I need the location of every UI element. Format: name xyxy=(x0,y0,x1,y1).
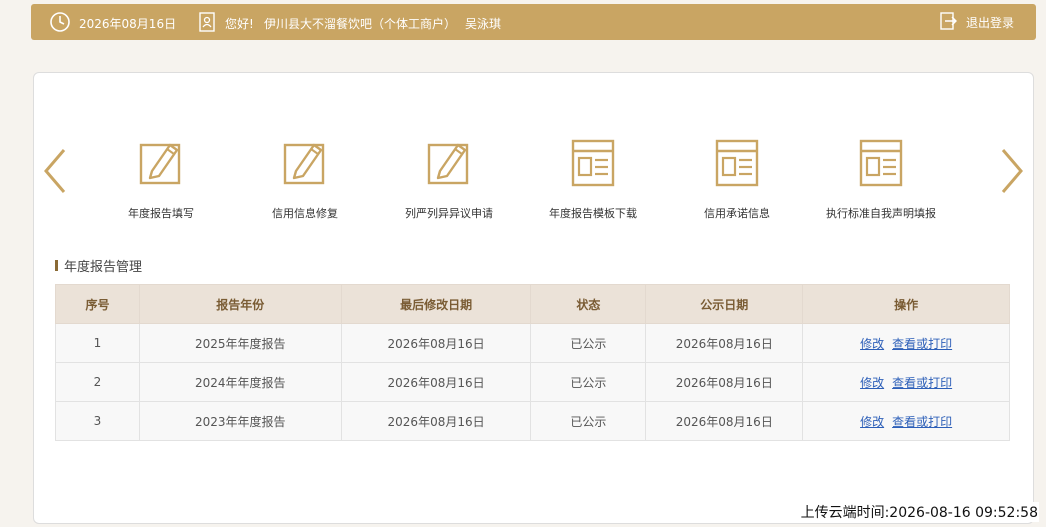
shortcut-credit-repair[interactable]: 信用信息修复 xyxy=(230,139,380,221)
shortcut-label: 列严列异异议申请 xyxy=(405,207,493,220)
edit-form-icon xyxy=(426,139,472,187)
document-window-icon xyxy=(570,139,616,187)
section-title-marker xyxy=(55,260,58,271)
view-print-link[interactable]: 查看或打印 xyxy=(892,415,952,429)
user-card-icon xyxy=(199,12,215,35)
cell-modified: 2026年08月16日 xyxy=(340,323,532,363)
edit-link[interactable]: 修改 xyxy=(860,337,884,351)
shortcut-standard-declaration[interactable]: 执行标准自我声明填报 xyxy=(806,139,956,221)
cell-status: 已公示 xyxy=(530,323,647,363)
edit-form-icon xyxy=(138,139,184,187)
logout-label: 退出登录 xyxy=(965,16,1014,30)
cell-modified: 2026年08月16日 xyxy=(340,401,532,441)
table-row: 3 2023年年度报告 2026年08月16日 已公示 2026年08月16日 … xyxy=(55,401,1010,441)
cell-status: 已公示 xyxy=(530,362,647,402)
clock-icon xyxy=(49,11,71,36)
column-header-published: 公示日期 xyxy=(645,284,804,324)
person-name: 吴泳琪 xyxy=(465,17,502,31)
shortcut-label: 年度报告填写 xyxy=(128,207,194,220)
cell-no: 1 xyxy=(55,323,140,363)
shortcut-label: 信用承诺信息 xyxy=(704,207,770,220)
section-title: 年度报告管理 xyxy=(55,256,142,275)
cell-actions: 修改 查看或打印 xyxy=(802,401,1010,441)
column-header-modified: 最后修改日期 xyxy=(340,284,532,324)
view-print-link[interactable]: 查看或打印 xyxy=(892,376,952,390)
edit-link[interactable]: 修改 xyxy=(860,415,884,429)
top-bar: 2026年08月16日 您好! 伊川县大不溜餐饮吧（个体工商户） 吴泳琪 退出登… xyxy=(31,4,1036,40)
edit-form-icon xyxy=(282,139,328,187)
logout-icon xyxy=(940,12,958,33)
cell-no: 3 xyxy=(55,401,140,441)
table-row: 2 2024年年度报告 2026年08月16日 已公示 2026年08月16日 … xyxy=(55,362,1010,402)
cell-no: 2 xyxy=(55,362,140,402)
shortcut-label: 执行标准自我声明填报 xyxy=(826,207,936,220)
cell-status: 已公示 xyxy=(530,401,647,441)
cell-year: 2023年年度报告 xyxy=(138,401,342,441)
annual-report-table: 序号 报告年份 最后修改日期 状态 公示日期 操作 1 2025年年度报告 20… xyxy=(55,284,1010,441)
carousel-prev-arrow-icon[interactable] xyxy=(42,148,68,198)
cell-year: 2025年年度报告 xyxy=(138,323,342,363)
shortcut-label: 年度报告模板下载 xyxy=(549,207,637,220)
cell-actions: 修改 查看或打印 xyxy=(802,323,1010,363)
shortcut-objection-application[interactable]: 列严列异异议申请 xyxy=(374,139,524,221)
main-panel: 年度报告填写 信用信息修复 列严列异异议申请 年度报告模板下载 信用承诺信息 执… xyxy=(33,72,1034,524)
shortcut-template-download[interactable]: 年度报告模板下载 xyxy=(518,139,668,221)
column-header-actions: 操作 xyxy=(802,284,1010,324)
current-date: 2026年08月16日 xyxy=(79,17,177,31)
company-name: 伊川县大不溜餐饮吧（个体工商户） xyxy=(264,17,457,31)
upload-timestamp: 上传云端时间:2026-08-16 09:52:58 xyxy=(799,502,1039,522)
table-header-row: 序号 报告年份 最后修改日期 状态 公示日期 操作 xyxy=(55,284,1010,324)
logout-button[interactable]: 退出登录 xyxy=(940,12,1014,33)
document-window-icon xyxy=(714,139,760,187)
carousel-next-arrow-icon[interactable] xyxy=(999,148,1025,198)
cell-published: 2026年08月16日 xyxy=(645,401,804,441)
shortcut-label: 信用信息修复 xyxy=(272,207,338,220)
cell-modified: 2026年08月16日 xyxy=(340,362,532,402)
table-row: 1 2025年年度报告 2026年08月16日 已公示 2026年08月16日 … xyxy=(55,323,1010,363)
edit-link[interactable]: 修改 xyxy=(860,376,884,390)
shortcut-credit-commitment[interactable]: 信用承诺信息 xyxy=(662,139,812,221)
document-window-icon xyxy=(858,139,904,187)
cell-published: 2026年08月16日 xyxy=(645,362,804,402)
column-header-year: 报告年份 xyxy=(138,284,342,324)
section-title-text: 年度报告管理 xyxy=(64,260,143,275)
column-header-no: 序号 xyxy=(55,284,140,324)
shortcut-annual-report-fill[interactable]: 年度报告填写 xyxy=(86,139,236,221)
cell-year: 2024年年度报告 xyxy=(138,362,342,402)
view-print-link[interactable]: 查看或打印 xyxy=(892,337,952,351)
column-header-status: 状态 xyxy=(530,284,647,324)
greeting-text: 您好! xyxy=(225,17,254,31)
cell-actions: 修改 查看或打印 xyxy=(802,362,1010,402)
cell-published: 2026年08月16日 xyxy=(645,323,804,363)
